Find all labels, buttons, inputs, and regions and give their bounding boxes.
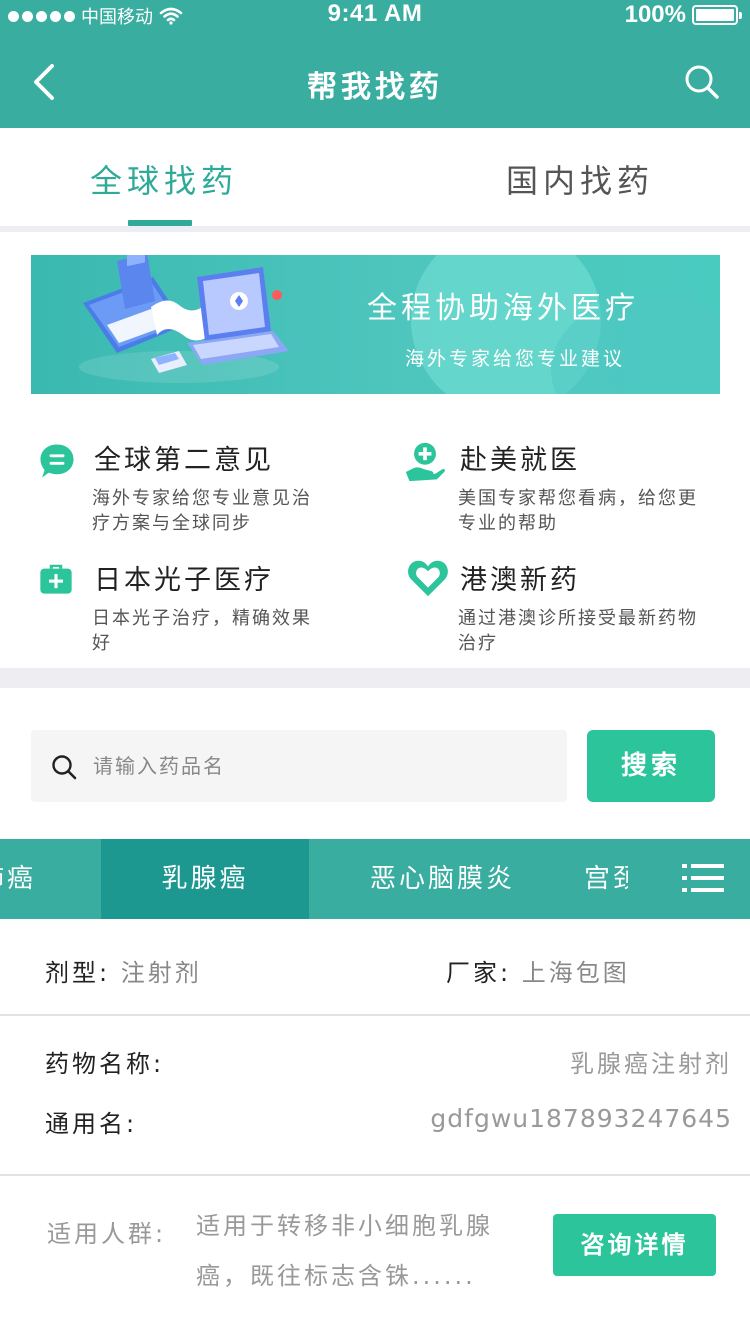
generic-name-value: gdfgwu187893247645 — [430, 1104, 732, 1133]
drug-search-box — [31, 730, 567, 802]
tab-global[interactable]: 全球找药 — [90, 156, 238, 202]
drug-name-label: 药物名称: — [45, 1050, 165, 1078]
service-desc: 通过港澳诊所接受最新药物治疗 — [458, 608, 698, 654]
divider — [0, 1174, 750, 1176]
search-icon — [52, 755, 77, 780]
search-icon[interactable] — [682, 62, 722, 102]
service-title: 日本光子医疗 — [94, 565, 274, 596]
battery-icon — [692, 5, 742, 25]
section-divider — [0, 668, 750, 688]
generic-name-label: 通用名: — [45, 1110, 138, 1138]
chat-icon — [40, 444, 74, 478]
manufacturer-value: 上海包图 — [521, 959, 630, 987]
audience-label: 适用人群: — [47, 1220, 167, 1248]
promo-banner[interactable]: 全程协助海外医疗 海外专家给您专业建议 — [31, 255, 720, 394]
page-title: 帮我找药 — [307, 70, 443, 105]
consult-details-button[interactable]: 咨询详情 — [553, 1214, 716, 1276]
service-desc: 美国专家帮您看病，给您更专业的帮助 — [458, 488, 698, 534]
service-title: 港澳新药 — [460, 565, 580, 596]
service-desc: 海外专家给您专业意见治疗方案与全球同步 — [92, 488, 312, 534]
banner-subtitle: 海外专家给您专业建议 — [405, 348, 626, 370]
audience-value: 适用于转移非小细胞乳腺癌，既往标志含铢...... — [196, 1212, 493, 1290]
status-bar: 中国移动 9:41 AM 100% — [0, 0, 750, 30]
dosage-form-row: 剂型: 注射剂 — [45, 953, 202, 988]
divider — [0, 1014, 750, 1016]
heart-icon — [408, 560, 448, 597]
battery-percent: 100% — [624, 1, 686, 28]
category-strip: 肺癌 乳腺癌 恶心脑膜炎 宫颈 — [0, 839, 750, 919]
banner-title: 全程协助海外医疗 — [367, 291, 639, 326]
search-button[interactable]: 搜索 — [587, 730, 715, 802]
service-title: 全球第二意见 — [94, 445, 274, 476]
tab-domestic[interactable]: 国内找药 — [506, 156, 654, 202]
tab-bar: 全球找药 国内找药 — [0, 128, 750, 226]
manufacturer-row: 厂家: 上海包图 — [446, 953, 630, 988]
category-breast-cancer[interactable]: 乳腺癌 — [101, 839, 309, 919]
laptop-illustration-icon — [79, 255, 289, 383]
hand-plus-icon — [405, 442, 445, 482]
manufacturer-label: 厂家: — [446, 959, 512, 987]
drug-search-input[interactable] — [93, 748, 533, 784]
dosage-form-label: 剂型: — [45, 959, 111, 987]
drug-name-value: 乳腺癌注射剂 — [570, 1050, 732, 1078]
category-meningitis[interactable]: 恶心脑膜炎 — [370, 839, 515, 919]
nav-bar: 帮我找药 — [0, 40, 750, 128]
category-lung-cancer[interactable]: 肺癌 — [0, 839, 36, 919]
divider — [0, 226, 750, 232]
dosage-form-value: 注射剂 — [120, 959, 202, 987]
service-desc: 日本光子治疗，精确效果好 — [92, 608, 312, 654]
battery-area: 100% — [624, 1, 742, 29]
category-cervical[interactable]: 宫颈 — [584, 839, 628, 919]
service-title: 赴美就医 — [460, 445, 580, 476]
medkit-icon — [40, 564, 72, 594]
app-header: 中国移动 9:41 AM 100% 帮我找药 — [0, 0, 750, 128]
menu-icon[interactable] — [682, 863, 724, 893]
